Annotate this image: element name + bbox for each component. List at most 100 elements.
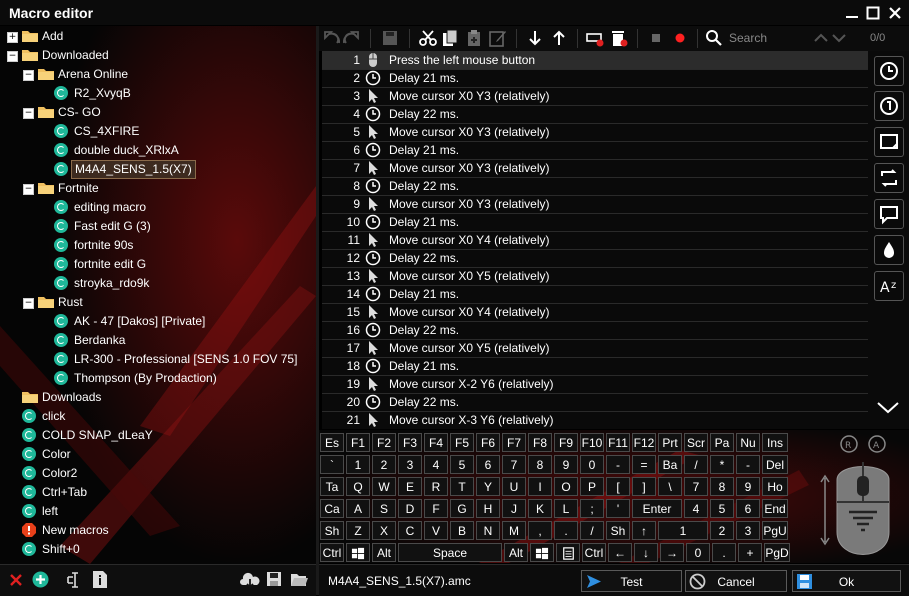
tree-macro[interactable]: COLD SNAP_dLeaY — [0, 426, 316, 445]
key-f3[interactable]: F3 — [398, 433, 422, 452]
key-7[interactable]: 7 — [684, 477, 708, 496]
key-o[interactable]: O — [554, 477, 578, 496]
key-y[interactable]: Y — [476, 477, 500, 496]
tree-macro[interactable]: M4A4_SENS_1.5(X7) — [0, 160, 316, 179]
cut-icon[interactable] — [419, 29, 437, 47]
key-9[interactable]: 9 — [554, 455, 578, 474]
step-row[interactable]: 11 Move cursor X0 Y4 (relatively) — [322, 231, 868, 250]
key-0[interactable]: 0 — [686, 543, 710, 562]
key-[interactable]: - — [606, 455, 630, 474]
tree-macro[interactable]: double duck_XRlxA — [0, 141, 316, 160]
add-repeat-icon[interactable] — [874, 163, 904, 193]
key-end[interactable]: End — [762, 499, 788, 518]
tree-macro[interactable]: Fast edit G (3) — [0, 217, 316, 236]
add-loop-icon[interactable] — [874, 127, 904, 157]
key-6[interactable]: 6 — [736, 499, 760, 518]
add-mouse-action-icon[interactable] — [874, 91, 904, 121]
tree-macro[interactable]: Berdanka — [0, 331, 316, 350]
key-[interactable]: = — [632, 455, 656, 474]
test-button[interactable]: Test — [581, 570, 682, 592]
key-[interactable]: . — [712, 543, 736, 562]
tree-macro[interactable]: Thompson (By Prodaction) — [0, 369, 316, 388]
tree-macro[interactable]: Shift+0 — [0, 540, 316, 559]
key-2[interactable]: 2 — [710, 521, 734, 540]
key-x[interactable]: X — [372, 521, 396, 540]
search-next-icon[interactable] — [830, 29, 848, 47]
tree-folder[interactable]: − Downloaded — [0, 46, 316, 65]
collapse-icon[interactable]: − — [23, 298, 34, 309]
save-icon[interactable] — [381, 29, 399, 47]
key-del[interactable]: Del — [762, 455, 788, 474]
step-row[interactable]: 1 Press the left mouse button — [322, 51, 868, 70]
key-f11[interactable]: F11 — [606, 433, 630, 452]
close-icon[interactable] — [886, 4, 904, 22]
key-pgd[interactable]: PgD — [764, 543, 790, 562]
key-5[interactable]: 5 — [450, 455, 474, 474]
key-[interactable]: ` — [320, 455, 344, 474]
tree-folder[interactable]: − Arena Online — [0, 65, 316, 84]
key-h[interactable]: H — [476, 499, 500, 518]
tree-macro[interactable]: AK - 47 [Dakos] [Private] — [0, 312, 316, 331]
key-ho[interactable]: Ho — [762, 477, 788, 496]
key-8[interactable]: 8 — [710, 477, 734, 496]
key-[interactable]: → — [660, 543, 684, 562]
key-f[interactable]: F — [424, 499, 448, 518]
key-a[interactable]: A — [346, 499, 370, 518]
tree-macro[interactable]: fortnite 90s — [0, 236, 316, 255]
undo-icon[interactable] — [322, 29, 340, 47]
key-sh[interactable]: Sh — [320, 521, 344, 540]
redo-icon[interactable] — [343, 29, 361, 47]
key-[interactable]: - — [736, 455, 760, 474]
collapse-icon[interactable]: − — [23, 70, 34, 81]
step-row[interactable]: 12 Delay 22 ms. — [322, 249, 868, 268]
key-[interactable]: ; — [580, 499, 604, 518]
tree-macro[interactable]: Color2 — [0, 464, 316, 483]
key-k[interactable]: K — [528, 499, 552, 518]
step-row[interactable]: 18 Delay 21 ms. — [322, 357, 868, 376]
step-row[interactable]: 6 Delay 21 ms. — [322, 141, 868, 160]
clear-icon[interactable] — [610, 29, 628, 47]
tree-macro[interactable]: Color — [0, 445, 316, 464]
key-f8[interactable]: F8 — [528, 433, 552, 452]
tree-macro[interactable]: click — [0, 407, 316, 426]
rename-icon[interactable] — [66, 571, 84, 589]
key-[interactable]: , — [528, 521, 552, 540]
add-color-icon[interactable] — [874, 235, 904, 265]
key-n[interactable]: N — [476, 521, 500, 540]
key-f4[interactable]: F4 — [424, 433, 448, 452]
key-c[interactable]: C — [398, 521, 422, 540]
cancel-button[interactable]: Cancel — [685, 570, 787, 592]
mouse-diagram-icon[interactable]: R A — [819, 432, 907, 562]
key-[interactable]: [ — [606, 477, 630, 496]
key-pgu[interactable]: PgU — [762, 521, 788, 540]
key-d[interactable]: D — [398, 499, 422, 518]
stop-icon[interactable] — [647, 29, 665, 47]
paste-icon[interactable] — [465, 29, 483, 47]
cloud-download-icon[interactable] — [240, 572, 260, 588]
key-ca[interactable]: Ca — [320, 499, 344, 518]
copy-icon[interactable] — [441, 29, 459, 47]
tree-folder[interactable]: − Rust — [0, 293, 316, 312]
expand-panel-icon[interactable] — [876, 399, 900, 415]
tree-macro[interactable]: LR-300 - Professional [SENS 1.0 FOV 75] — [0, 350, 316, 369]
step-row[interactable]: 8 Delay 22 ms. — [322, 177, 868, 196]
key-f5[interactable]: F5 — [450, 433, 474, 452]
minimize-icon[interactable] — [843, 4, 861, 22]
key-2[interactable]: 2 — [372, 455, 396, 474]
key-e[interactable]: E — [398, 477, 422, 496]
key-t[interactable]: T — [450, 477, 474, 496]
step-row[interactable]: 4 Delay 22 ms. — [322, 105, 868, 124]
key-[interactable]: ↑ — [632, 521, 656, 540]
key-f12[interactable]: F12 — [632, 433, 656, 452]
key-[interactable]: / — [580, 521, 604, 540]
key-[interactable]: ] — [632, 477, 656, 496]
tree-macro[interactable]: left — [0, 502, 316, 521]
key-f9[interactable]: F9 — [554, 433, 578, 452]
key-j[interactable]: J — [502, 499, 526, 518]
key-[interactable]: * — [710, 455, 734, 474]
save-icon[interactable] — [266, 571, 282, 587]
tree-macro[interactable]: CS_4XFIRE — [0, 122, 316, 141]
key-u[interactable]: U — [502, 477, 526, 496]
ok-button[interactable]: Ok — [792, 570, 901, 592]
key-[interactable]: ' — [606, 499, 630, 518]
